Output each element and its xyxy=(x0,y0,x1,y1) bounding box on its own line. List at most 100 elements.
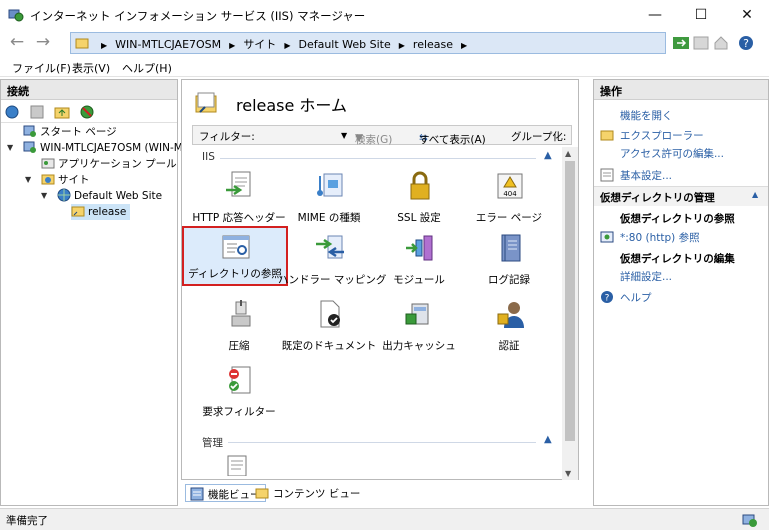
tree-item-sites[interactable]: サイト xyxy=(41,172,90,188)
browse-vdir-header: 仮想ディレクトリの参照 xyxy=(620,213,735,225)
feature-label: 要求フィルター xyxy=(202,406,276,418)
breadcrumb-release[interactable]: release xyxy=(413,38,453,51)
scroll-up-icon[interactable]: ▲ xyxy=(565,149,571,158)
action-open-feature[interactable]: 機能を開く xyxy=(620,108,673,123)
tree-label: サイト xyxy=(58,174,90,186)
group-divider xyxy=(220,158,536,159)
up-folder-icon[interactable] xyxy=(54,104,70,120)
action-explore[interactable]: エクスプローラー xyxy=(620,128,704,143)
connect-globe-icon[interactable] xyxy=(4,104,20,120)
handler-mappings-icon xyxy=(316,235,344,259)
feature-default-document[interactable]: 既定のドキュメント xyxy=(282,298,376,360)
collapse-chevron-icon[interactable]: ▼ xyxy=(41,191,47,200)
iis-app-icon xyxy=(8,9,24,22)
breadcrumb-server[interactable]: WIN-MTLCJAE7OSM xyxy=(115,38,221,51)
refresh-icon[interactable] xyxy=(672,34,690,52)
feature-modules[interactable]: モジュール xyxy=(374,232,464,294)
breadcrumb-separator-icon: ▶ xyxy=(284,41,291,50)
features-scrollbar[interactable]: ▲ ▼ xyxy=(562,147,578,480)
feature-error-pages[interactable]: 404 エラー ページ xyxy=(464,170,554,232)
menu-file[interactable]: ファイル(F) xyxy=(12,60,71,76)
configuration-editor-icon[interactable] xyxy=(226,454,248,476)
feature-label: 既定のドキュメント xyxy=(281,340,377,352)
content-view-icon xyxy=(255,488,269,499)
stop-icon[interactable] xyxy=(692,34,710,52)
action-basic-settings[interactable]: 基本設定... xyxy=(620,168,672,183)
svg-text:404: 404 xyxy=(503,190,517,198)
feature-label: HTTP 応答ヘッダー xyxy=(192,212,286,224)
connections-panel: 接続 スタート ページ ▼ WIN-MTLCJAE7OSM (WIN-MT アプ… xyxy=(0,79,189,506)
back-arrow-icon[interactable]: ← xyxy=(6,34,28,52)
tree-item-app-pools[interactable]: アプリケーション プール xyxy=(41,156,177,172)
collapse-chevron-icon[interactable]: ▼ xyxy=(25,175,31,184)
filter-dropdown-icon[interactable]: ▼ xyxy=(341,131,347,140)
log-book-icon xyxy=(501,234,521,262)
search-label: 検索(G) xyxy=(355,134,393,146)
feature-label: ハンドラー マッピング xyxy=(278,274,387,286)
tree-item-release[interactable]: release xyxy=(71,204,131,220)
virtual-directory-large-icon xyxy=(195,92,217,113)
feature-authentication[interactable]: 認証 xyxy=(464,298,554,360)
feature-logging[interactable]: ログ記録 xyxy=(464,232,554,294)
tab-content-view[interactable]: コンテンツ ビュー xyxy=(251,484,364,502)
feature-mime-types[interactable]: MIME の種類 xyxy=(284,170,374,232)
address-box[interactable]: ▶ WIN-MTLCJAE7OSM ▶ サイト ▶ Default Web Site ▶ re… xyxy=(70,32,666,54)
feature-label: ログ記録 xyxy=(488,274,530,286)
home-icon[interactable] xyxy=(712,34,730,52)
group-divider xyxy=(228,442,536,443)
disconnect-icon[interactable] xyxy=(79,104,95,120)
scroll-down-icon[interactable]: ▼ xyxy=(565,469,571,478)
app-pool-icon xyxy=(41,158,55,169)
feature-label: ディレクトリの参照 xyxy=(188,268,282,280)
connections-toolbar xyxy=(1,101,177,123)
tree-item-server[interactable]: WIN-MTLCJAE7OSM (WIN-MT xyxy=(23,140,189,156)
explorer-folder-icon xyxy=(600,130,614,141)
window-title: インターネット インフォメーション サービス (IIS) マネージャー xyxy=(30,9,366,23)
action-browse-port-80[interactable]: *:80 (http) 参照 xyxy=(620,230,700,245)
feature-compression[interactable]: 圧縮 xyxy=(194,298,284,360)
help-dropdown-icon[interactable]: ? xyxy=(738,34,756,52)
tree-label: アプリケーション プール xyxy=(58,158,177,170)
tree-item-start-page[interactable]: スタート ページ xyxy=(23,124,117,140)
features-view-icon xyxy=(190,487,204,501)
breadcrumb-default-site[interactable]: Default Web Site xyxy=(298,38,390,51)
forward-arrow-icon[interactable]: → xyxy=(32,34,54,52)
basic-settings-icon xyxy=(600,168,614,182)
maximize-button[interactable]: ☐ xyxy=(678,0,724,30)
minimize-button[interactable]: — xyxy=(632,0,678,30)
collapse-section-icon[interactable]: ▲ xyxy=(752,190,758,199)
feature-ssl-settings[interactable]: SSL 設定 xyxy=(374,170,464,232)
feature-request-filtering[interactable]: 要求フィルター xyxy=(194,364,284,426)
group-iis-header[interactable]: IIS xyxy=(202,151,215,163)
sites-folder-icon xyxy=(41,174,55,185)
modules-icon xyxy=(406,235,433,261)
action-edit-permissions[interactable]: アクセス許可の編集... xyxy=(620,146,724,161)
feature-http-response-headers[interactable]: HTTP 応答ヘッダー xyxy=(192,170,286,232)
breadcrumb-separator-icon: ▶ xyxy=(398,41,405,50)
feature-directory-browsing[interactable]: ディレクトリの参照 xyxy=(182,226,288,286)
edit-vdir-header: 仮想ディレクトリの編集 xyxy=(620,253,735,265)
start-page-icon xyxy=(23,125,36,137)
group-management-header[interactable]: 管理 xyxy=(202,435,223,450)
tree-item-default-web-site[interactable]: Default Web Site xyxy=(57,188,162,204)
menu-view[interactable]: 表示(V) xyxy=(72,60,110,76)
action-advanced-settings[interactable]: 詳細設定... xyxy=(620,269,672,284)
feature-label: SSL 設定 xyxy=(397,212,441,224)
connections-header: 接続 xyxy=(1,80,177,100)
breadcrumb-sites[interactable]: サイト xyxy=(243,38,276,51)
breadcrumb-separator-icon: ▶ xyxy=(101,41,108,50)
feature-handler-mappings[interactable]: ハンドラー マッピング xyxy=(278,232,386,294)
menu-help[interactable]: ヘルプ(H) xyxy=(122,60,172,76)
collapse-group-icon[interactable]: ▲ xyxy=(544,434,552,445)
save-icon[interactable] xyxy=(29,104,45,120)
close-button[interactable]: ✕ xyxy=(724,0,769,30)
group-by-label[interactable]: グループ化: xyxy=(511,129,566,144)
filter-input[interactable] xyxy=(253,128,343,142)
collapse-group-icon[interactable]: ▲ xyxy=(544,150,552,161)
feature-output-caching[interactable]: 出力キャッシュ xyxy=(374,298,464,360)
collapse-chevron-icon[interactable]: ▼ xyxy=(7,143,13,152)
scrollbar-thumb[interactable] xyxy=(565,161,575,441)
action-help[interactable]: ヘルプ xyxy=(620,290,652,305)
connection-status-icon xyxy=(742,514,757,527)
svg-text:?: ? xyxy=(743,37,749,50)
